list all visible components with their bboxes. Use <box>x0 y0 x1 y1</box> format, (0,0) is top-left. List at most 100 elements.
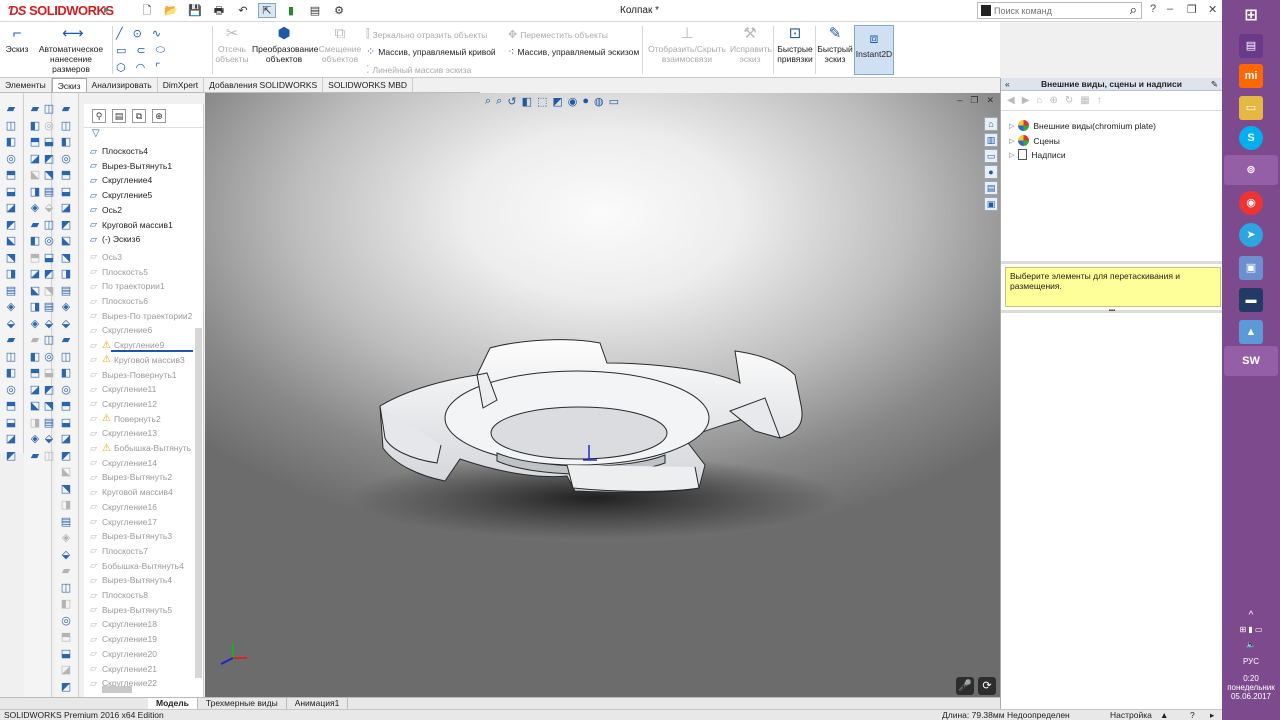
tree-scrollbar[interactable] <box>195 328 202 678</box>
clock-time[interactable]: 0:20 <box>1222 674 1280 683</box>
property-manager-tab-icon[interactable]: ▤ <box>112 108 126 123</box>
tool-icon[interactable]: ◎ <box>59 153 73 166</box>
tool-icon[interactable]: ◈ <box>59 532 73 545</box>
tree-node[interactable]: ▱ Вырез-Вытянуть1 <box>88 159 172 173</box>
steam-icon[interactable]: ⊚ <box>1224 155 1278 185</box>
tool-icon[interactable]: ◩ <box>42 153 56 166</box>
tree-node-suppressed[interactable]: ▱ Скругление18 <box>88 617 157 631</box>
tool-icon[interactable]: ◨ <box>4 268 18 281</box>
tool-icon[interactable]: ◩ <box>4 450 18 463</box>
close-icon[interactable]: ✕ <box>1208 3 1217 16</box>
tool-icon[interactable]: ◎ <box>59 615 73 628</box>
rebuild-icon[interactable]: ▮ <box>282 3 300 18</box>
quick-snaps-button[interactable]: ⊡ Быстрые привязки <box>776 26 814 65</box>
tool-icon[interactable]: ◩ <box>59 681 73 694</box>
telegram-icon[interactable]: ➤ <box>1239 223 1263 247</box>
tab-mbd[interactable]: SOLIDWORKS MBD <box>323 78 414 92</box>
tree-node-suppressed[interactable]: ▱ Плоскость8 <box>88 588 148 602</box>
tool-icon[interactable]: ◈ <box>28 318 42 331</box>
tool-icon[interactable]: ⬓ <box>59 186 73 199</box>
tool-icon[interactable]: ⬔ <box>59 252 73 265</box>
mirror-button[interactable]: ⫿ Зеркально отразить объекты <box>366 28 487 41</box>
help-status-icon[interactable]: ? <box>1190 710 1195 720</box>
line-icon[interactable]: ╱ <box>116 27 123 40</box>
tool-icon[interactable]: ⬓ <box>42 252 56 265</box>
tool-icon[interactable]: ⬓ <box>42 367 56 380</box>
point-icon[interactable]: ⌜ <box>155 61 160 74</box>
tool-icon[interactable]: ⬙ <box>59 318 73 331</box>
tool-icon[interactable]: ▤ <box>4 285 18 298</box>
restore-icon[interactable]: ❐ <box>1187 3 1197 16</box>
rollback-bar[interactable] <box>111 350 193 352</box>
status-more-icon[interactable]: ▸ <box>1210 710 1214 720</box>
tool-icon[interactable]: ⬓ <box>59 648 73 661</box>
tree-node-suppressed[interactable]: ▱ Вырез-Вытянуть5 <box>88 603 172 617</box>
tree-node-suppressed[interactable]: ▱ Скругление14 <box>88 456 157 470</box>
microphone-icon[interactable]: 🎤 <box>956 677 974 695</box>
volume-icon[interactable]: 🔈 <box>1222 640 1280 649</box>
show-hide-relations-button[interactable]: ⊥ Отобразить/Скрыть взаимосвязи <box>646 26 728 65</box>
photos-icon[interactable]: ▲ <box>1239 320 1263 344</box>
tree-node-suppressed[interactable]: ▱ Скругление17 <box>88 515 157 529</box>
tree-node[interactable]: ▱ Плоскость4 <box>88 144 148 158</box>
tree-item-scenes[interactable]: ▷ Сцены <box>1009 135 1060 146</box>
tool-icon[interactable]: ◪ <box>28 384 42 397</box>
tool-icon[interactable]: ◩ <box>42 384 56 397</box>
tree-node-suppressed[interactable]: ▱ Скругление20 <box>88 647 157 661</box>
tool-icon[interactable]: ◧ <box>28 235 42 248</box>
filter-icon[interactable]: ▽ <box>84 128 203 142</box>
tree-item-decals[interactable]: ▷ Надписи <box>1009 149 1066 160</box>
circle-icon[interactable]: ⊙ <box>133 27 142 40</box>
configuration-tab-icon[interactable]: ⧉ <box>132 108 146 123</box>
chevron-up-icon[interactable]: ▲ <box>1160 710 1168 720</box>
tool-icon[interactable]: ▰ <box>28 103 42 116</box>
tree-node-suppressed[interactable]: ▱ Вырез-Повернуть1 <box>88 368 176 382</box>
forward-icon[interactable]: ▶ <box>1022 95 1030 106</box>
command-search[interactable]: ⌕ <box>977 2 1142 19</box>
tool-icon[interactable]: ⬕ <box>59 235 73 248</box>
tool-icon[interactable]: ⬒ <box>4 400 18 413</box>
tool-icon[interactable]: ◩ <box>4 219 18 232</box>
tool-icon[interactable]: ▰ <box>59 334 73 347</box>
solidworks-logo[interactable]: ƊS SOLIDWORKS <box>8 3 114 18</box>
tool-icon[interactable]: ◩ <box>59 219 73 232</box>
winrar-icon[interactable]: ▤ <box>1239 34 1263 58</box>
menu-arrow-icon[interactable]: ▶ <box>104 5 110 14</box>
tab-features[interactable]: Элементы <box>0 78 52 92</box>
tool-icon[interactable]: ◎ <box>4 384 18 397</box>
tool-icon[interactable]: ⬔ <box>42 169 56 182</box>
tool-icon[interactable]: ⬕ <box>28 400 42 413</box>
tool-icon[interactable]: ⬓ <box>4 417 18 430</box>
curve-pattern-button[interactable]: ⁘ Массив, управляемый кривой <box>366 45 496 58</box>
linear-pattern-button[interactable]: ⁚ Линейный массив эскиза <box>366 63 471 76</box>
add-to-library-icon[interactable]: ▦ <box>1080 95 1089 106</box>
repair-sketch-button[interactable]: ⚒ Исправить эскиз <box>730 26 772 65</box>
windows-start-icon[interactable]: ⊞ <box>1239 4 1263 28</box>
tool-icon[interactable]: ◫ <box>42 219 56 232</box>
tool-icon[interactable]: ⬕ <box>28 285 42 298</box>
tool-icon[interactable]: ⬙ <box>59 549 73 562</box>
tool-icon[interactable]: ⬒ <box>28 136 42 149</box>
spline-icon[interactable]: ∿ <box>152 27 161 40</box>
offset-button[interactable]: ⧉ Смещение объектов <box>318 26 362 65</box>
tool-icon[interactable]: ◎ <box>42 120 56 133</box>
solidworks-2016-icon[interactable]: SW <box>1224 346 1278 376</box>
chrome-icon[interactable]: ◉ <box>1239 191 1263 215</box>
tool-icon[interactable]: ◫ <box>59 582 73 595</box>
pane-splitter-grip[interactable]: ▪▪▪ <box>1001 308 1223 314</box>
tool-icon[interactable]: ⬒ <box>59 631 73 644</box>
tool-icon[interactable]: ▤ <box>42 301 56 314</box>
tool-icon[interactable]: ◨ <box>59 499 73 512</box>
pane-splitter[interactable] <box>1001 261 1223 264</box>
tool-icon[interactable]: ◪ <box>28 153 42 166</box>
tool-icon[interactable]: ⬔ <box>42 285 56 298</box>
smart-dimension-button[interactable]: ⟷ Автоматическое нанесение размеров <box>32 26 110 75</box>
tool-icon[interactable]: ⬙ <box>42 318 56 331</box>
tray-chevron-icon[interactable]: ^ <box>1222 610 1280 621</box>
tool-icon[interactable]: ⬔ <box>42 400 56 413</box>
tool-icon[interactable]: ◨ <box>28 301 42 314</box>
polygon-icon[interactable]: ⬡ <box>116 61 126 74</box>
tool-icon[interactable]: ▤ <box>59 516 73 529</box>
tool-icon[interactable]: ◩ <box>59 450 73 463</box>
tool-icon[interactable]: ◫ <box>42 334 56 347</box>
